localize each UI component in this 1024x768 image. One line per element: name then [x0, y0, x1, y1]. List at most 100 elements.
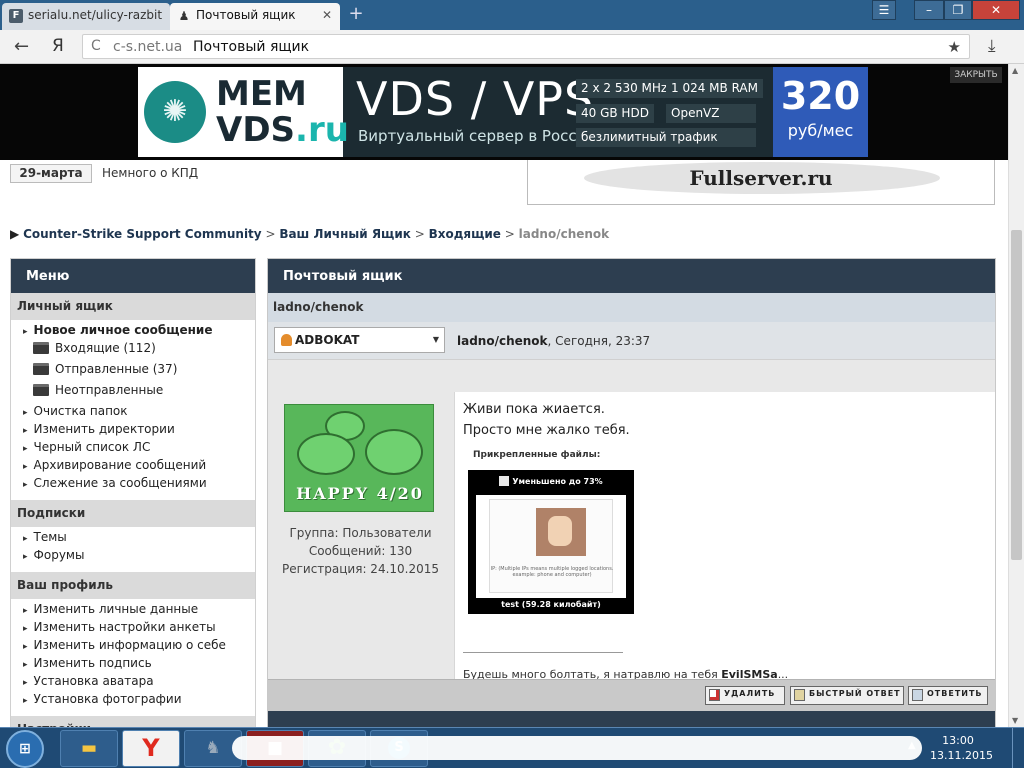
tab-serialu[interactable]: F serialu.net/ulicy-razbit	[2, 3, 170, 30]
bullet-icon: ▸	[23, 327, 28, 337]
bullet-icon: ▸	[23, 624, 28, 634]
browser-menu-button[interactable]: ☰	[872, 0, 896, 20]
sidebar-item-avatar[interactable]: ▸ Установка аватара	[11, 674, 255, 692]
sidebar-item-form-settings[interactable]: ▸ Изменить настройки анкеты	[11, 620, 255, 638]
scroll-up-icon[interactable]: ▲	[1012, 66, 1018, 75]
profile-list: ▸ Изменить личные данные ▸ Изменить настро…	[11, 599, 255, 716]
sidebar-item-unsent[interactable]: Неотправленные	[11, 383, 255, 404]
delete-button[interactable]: УДАЛИТЬ	[705, 686, 785, 705]
meta-time: , Сегодня, 23:37	[547, 334, 651, 348]
section-subscriptions: Подписки	[11, 500, 255, 527]
scroll-down-icon[interactable]: ▼	[1012, 716, 1018, 725]
sidebar-item-label: Изменить личные данные	[33, 602, 199, 616]
sidebar-item-label: Изменить директории	[33, 422, 175, 436]
tab-mailbox[interactable]: ♟ Почтовый ящик ✕	[170, 3, 340, 30]
clock-time: 13:00	[942, 734, 974, 747]
close-window-button[interactable]: ✕	[972, 0, 1020, 20]
author-dropdown[interactable]: ADBOKAT ▼	[274, 327, 445, 353]
sidebar-item-label: Входящие (112)	[55, 341, 156, 355]
breadcrumb-current: ladno/chenok	[518, 227, 610, 241]
sidebar-item-blacklist[interactable]: ▸ Черный список ЛС	[11, 440, 255, 458]
folder-icon	[33, 342, 49, 354]
bookmark-star-icon[interactable]: ★	[948, 38, 961, 56]
minimize-button[interactable]: –	[914, 0, 944, 20]
subscriptions-list: ▸ Темы ▸ Форумы	[11, 527, 255, 572]
tray-expand-icon[interactable]: ▲	[908, 740, 916, 751]
bullet-icon: ▸	[23, 408, 28, 418]
system-clock[interactable]: 13:00 13.11.2015	[930, 733, 993, 763]
sidebar-item-archive[interactable]: ▸ Архивирование сообщений	[11, 458, 255, 476]
bullet-icon: ▸	[23, 462, 28, 472]
author-info: Группа: Пользователи Сообщений: 130 Реги…	[268, 524, 453, 578]
news-link[interactable]: Немного о КПД	[102, 166, 302, 180]
quick-reply-button[interactable]: БЫСТРЫЙ ОТВЕТ	[790, 686, 904, 705]
sidebar-item-inbox[interactable]: Входящие (112)	[11, 341, 255, 362]
sidebar-item-topics[interactable]: ▸ Темы	[11, 530, 255, 548]
url-input[interactable]: C c-s.net.ua Почтовый ящик ★	[82, 34, 970, 59]
section-mailbox: Личный ящик	[11, 293, 255, 320]
breadcrumb-inbox[interactable]: Входящие	[429, 227, 501, 241]
sidebar-item-label: Черный список ЛС	[33, 440, 151, 454]
attachment-thumbnail[interactable]: Уменьшено до 73% IP: (Multiple IPs means…	[468, 470, 634, 614]
bullet-icon: ▸	[23, 426, 28, 436]
ad-headline: VDS / VPS	[356, 72, 595, 126]
screenshot-text: IP: (Multiple IPs means multiple logged …	[490, 566, 614, 578]
reduced-label: Уменьшено до 73%	[512, 477, 603, 486]
author-posts: Сообщений: 130	[308, 544, 413, 558]
ad-spec-hdd: 40 GB HDD	[576, 104, 654, 123]
back-arrow-icon[interactable]: ←	[14, 36, 29, 57]
close-tab-icon[interactable]: ✕	[322, 8, 332, 22]
reload-icon[interactable]: C	[91, 38, 101, 54]
sidebar-item-label: Отправленные (37)	[55, 362, 178, 376]
ad-spec-cpu: 2 x 2 530 MHz	[576, 79, 673, 98]
sidebar-item-signature[interactable]: ▸ Изменить подпись	[11, 656, 255, 674]
ad-spec-traffic: безлимитный трафик	[576, 128, 756, 147]
avatar[interactable]: HAPPY 4/20	[284, 404, 434, 512]
fullserver-ad[interactable]: Fullserver.ru	[527, 160, 995, 205]
reduced-notice: Уменьшено до 73%	[468, 476, 634, 486]
reply-button[interactable]: ОТВЕТИТЬ	[908, 686, 988, 705]
user-icon	[281, 334, 292, 346]
avatar-shape	[365, 429, 423, 475]
yandex-browser-taskbar-icon[interactable]: Y	[122, 730, 180, 767]
bullet-icon: ▸	[23, 552, 28, 562]
quick-reply-icon	[794, 689, 805, 701]
sidebar-item-label: Очистка папок	[33, 404, 128, 418]
new-tab-button[interactable]: +	[346, 5, 366, 25]
sidebar-item-sent[interactable]: Отправленные (37)	[11, 362, 255, 383]
sidebar-item-edit-folders[interactable]: ▸ Изменить директории	[11, 422, 255, 440]
sidebar-item-tracking[interactable]: ▸ Слежение за сообщениями	[11, 476, 255, 494]
start-button[interactable]: ⊞	[6, 730, 44, 768]
message-subject: ladno/chenok	[268, 293, 995, 322]
yandex-home-icon[interactable]: Я	[52, 36, 64, 56]
tab-label: Почтовый ящик	[196, 8, 296, 22]
attachment-image: IP: (Multiple IPs means multiple logged …	[476, 495, 626, 598]
scroll-thumb[interactable]	[1011, 230, 1022, 560]
show-desktop-button[interactable]	[1012, 728, 1024, 768]
breadcrumb-mailbox[interactable]: Ваш Личный Ящик	[279, 227, 411, 241]
url-domain: c-s.net.ua	[113, 39, 183, 55]
page-scrollbar[interactable]: ▲ ▼	[1008, 64, 1024, 727]
brain-logo-icon: ✺	[144, 81, 206, 143]
explorer-taskbar-icon[interactable]: ▬	[60, 730, 118, 767]
maximize-button[interactable]: ❐	[944, 0, 972, 20]
sidebar-item-forums[interactable]: ▸ Форумы	[11, 548, 255, 566]
news-date-badge: 29-марта	[10, 164, 92, 183]
memvds-ad-banner[interactable]: ✺ MEM VDS.ru VDS / VPS Виртуальный серве…	[138, 67, 868, 157]
sidebar-item-photo[interactable]: ▸ Установка фотографии	[11, 692, 255, 710]
url-page-title: Почтовый ящик	[193, 39, 310, 55]
message-header: ADBOKAT ▼ ladno/chenok, Сегодня, 23:37	[268, 322, 995, 360]
site-favicon-icon: F	[9, 9, 23, 23]
breadcrumb-home[interactable]: Counter-Strike Support Community	[23, 227, 262, 241]
downloads-icon[interactable]: ⤓	[988, 36, 996, 56]
sidebar-item-about[interactable]: ▸ Изменить информацию о себе	[11, 638, 255, 656]
sidebar-item-new-message[interactable]: ▸ Новое личное сообщение	[11, 323, 255, 341]
ad-close-button[interactable]: ЗАКРЫТЬ	[950, 67, 1002, 83]
photo-face	[548, 516, 572, 546]
sidebar-item-personal-data[interactable]: ▸ Изменить личные данные	[11, 602, 255, 620]
signature-divider	[463, 652, 623, 653]
screenshot-frame: IP: (Multiple IPs means multiple logged …	[489, 499, 613, 593]
sidebar-item-clear-folders[interactable]: ▸ Очистка папок	[11, 404, 255, 422]
sidebar-item-label: Изменить подпись	[33, 656, 152, 670]
ad-brand-tld: .ru	[295, 110, 349, 150]
